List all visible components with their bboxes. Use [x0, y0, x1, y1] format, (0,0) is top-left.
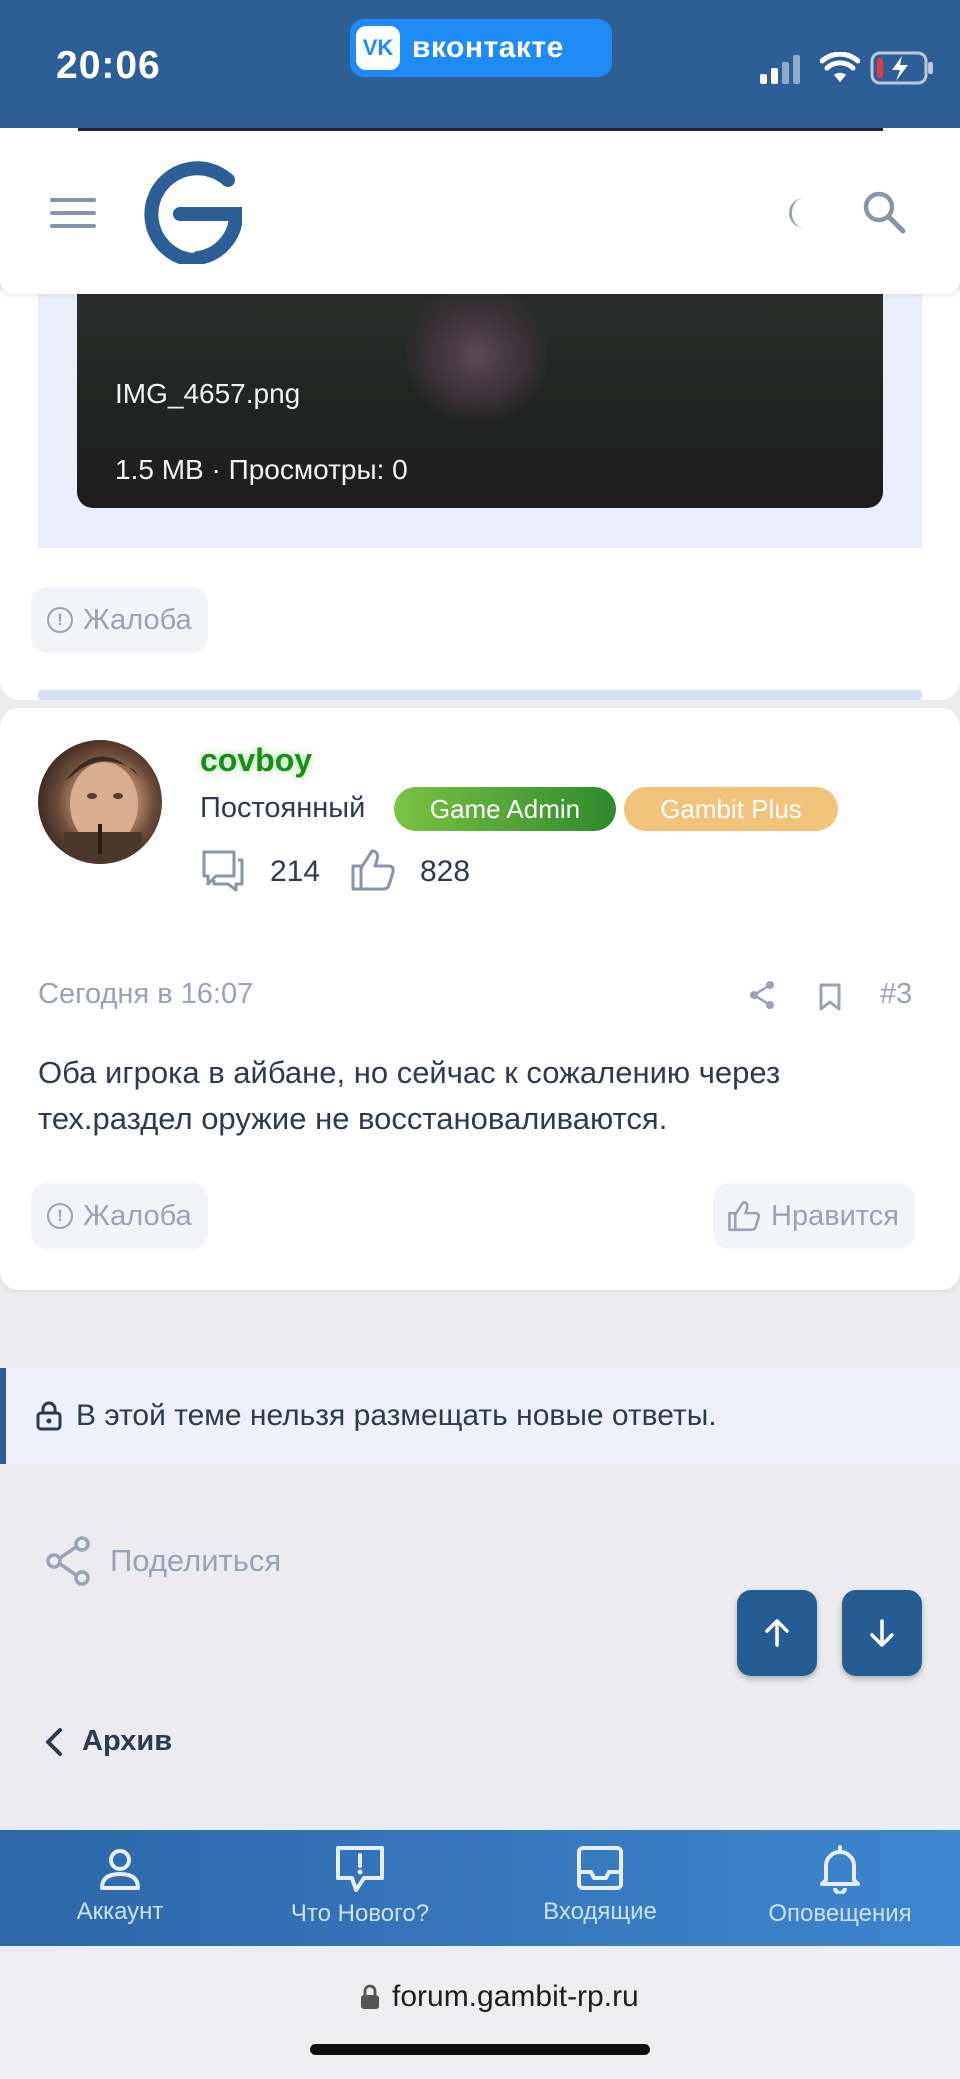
vk-return-pill[interactable]: VK вконтакте: [350, 19, 612, 77]
hamburger-menu-icon[interactable]: [50, 196, 96, 230]
vk-label: вконтакте: [412, 31, 564, 64]
post-body: Оба игрока в айбане, но сейчас к сожален…: [38, 1055, 781, 1136]
locked-thread-notice: В этой теме нельзя размещать новые ответ…: [0, 1368, 960, 1464]
lock-small-icon: [361, 1984, 379, 2009]
nav-whats-new[interactable]: Что Нового?: [240, 1830, 480, 1946]
post-date[interactable]: Сегодня в 16:07: [38, 978, 253, 1011]
signal-icon: [760, 55, 800, 84]
report-label: Жалоба: [83, 1199, 192, 1232]
report-icon: !: [47, 607, 73, 633]
home-indicator[interactable]: [310, 2044, 650, 2055]
bottom-navigation: Аккаунт Что Нового? Входящие Оповещения: [0, 1830, 960, 1946]
avatar[interactable]: [38, 740, 162, 864]
like-icon: [728, 1200, 760, 1232]
scroll-bottom-button[interactable]: [842, 1590, 922, 1676]
url-field[interactable]: forum.gambit-rp.ru: [360, 1980, 639, 2014]
news-icon: [336, 1846, 384, 1892]
status-clock: 20:06: [56, 44, 161, 87]
user-rank: Постоянный: [200, 792, 366, 824]
share-post-icon[interactable]: [748, 980, 776, 1010]
header-top-line: [78, 128, 883, 131]
site-header: [0, 128, 960, 294]
like-label: Нравится: [771, 1199, 899, 1232]
search-icon[interactable]: [862, 190, 906, 234]
breadcrumb-label: Архив: [82, 1725, 173, 1757]
attachment-image-content: [407, 290, 547, 420]
badge-game-admin: Game Admin: [394, 787, 616, 831]
share-thread-button[interactable]: Поделиться: [44, 1536, 281, 1586]
battery-icon: [870, 51, 933, 85]
post-number[interactable]: #3: [880, 978, 912, 1011]
bell-icon: [820, 1845, 860, 1894]
messages-count: 214: [270, 855, 321, 888]
attachment-filename: IMG_4657.png: [115, 378, 301, 409]
arrow-up-icon: [765, 1619, 789, 1647]
messages-icon: [202, 850, 244, 892]
bookmark-icon[interactable]: [818, 982, 842, 1012]
share-label: Поделиться: [110, 1543, 282, 1578]
attachment-meta: 1.5 MB · Просмотры: 0: [115, 454, 408, 485]
scroll-top-button[interactable]: [737, 1590, 817, 1676]
nav-inbox-label: Входящие: [543, 1898, 657, 1925]
gambit-logo[interactable]: [132, 160, 242, 264]
user-icon: [100, 1849, 140, 1890]
nav-inbox[interactable]: Входящие: [480, 1830, 720, 1946]
breadcrumb-archive[interactable]: Архив: [44, 1725, 172, 1758]
chevron-left-icon: [46, 1727, 62, 1756]
likes-count: 828: [420, 855, 471, 888]
lock-icon: [36, 1401, 62, 1431]
nav-account[interactable]: Аккаунт: [0, 1830, 240, 1946]
share-icon: [46, 1536, 90, 1586]
nav-notifications-label: Оповещения: [768, 1900, 912, 1927]
post-separator: [38, 690, 922, 700]
nav-whats-new-label: Что Нового?: [290, 1900, 430, 1927]
wifi-icon: [820, 52, 860, 82]
attachment-thumbnail[interactable]: IMG_4657.png 1.5 MB · Просмотры: 0: [77, 290, 883, 508]
vk-logo-icon: VK: [356, 26, 400, 70]
report-icon: !: [47, 1203, 73, 1229]
username[interactable]: covboy: [200, 742, 312, 779]
report-button[interactable]: ! Жалоба: [31, 1183, 208, 1249]
badge-gambit-plus: Gambit Plus: [624, 787, 838, 831]
nav-notifications[interactable]: Оповещения: [720, 1830, 960, 1946]
report-label: Жалоба: [83, 603, 192, 636]
nav-account-label: Аккаунт: [76, 1898, 164, 1925]
like-button[interactable]: Нравится: [713, 1183, 915, 1249]
likes-icon: [351, 849, 395, 891]
url-text: forum.gambit-rp.ru: [392, 1980, 639, 2013]
inbox-icon: [577, 1846, 623, 1890]
report-button[interactable]: ! Жалоба: [31, 587, 208, 653]
avatar-image: [64, 756, 142, 864]
dark-mode-icon[interactable]: [782, 196, 812, 230]
locked-notice-text: В этой теме нельзя размещать новые ответ…: [76, 1399, 717, 1432]
arrow-down-icon: [870, 1619, 894, 1647]
